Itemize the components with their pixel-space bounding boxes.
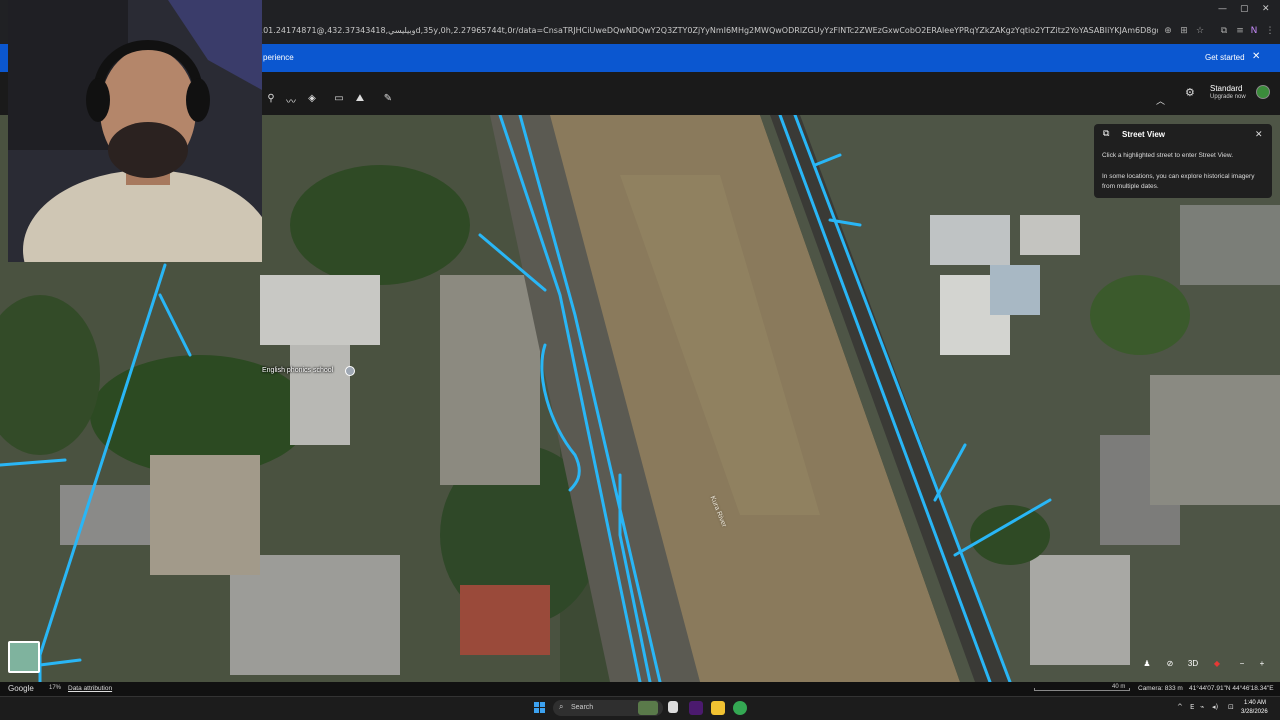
windows-start-icon[interactable] bbox=[534, 702, 546, 714]
street-view-close-icon[interactable]: ✕ bbox=[1255, 129, 1263, 140]
tray-overflow-icon[interactable]: ^ bbox=[1177, 703, 1183, 711]
close-window-button[interactable]: ✕ bbox=[1262, 4, 1270, 14]
layer-thumbnail[interactable] bbox=[8, 641, 40, 673]
banner-text: perience bbox=[263, 53, 294, 62]
install-icon[interactable]: ⊞ bbox=[1178, 26, 1190, 38]
minimize-button[interactable]: — bbox=[1218, 4, 1227, 14]
street-view-icon: ⧉ bbox=[1103, 129, 1110, 139]
pegman-icon[interactable]: ♟ bbox=[1139, 656, 1155, 672]
battery-icon[interactable]: ⊡ bbox=[1228, 703, 1234, 711]
profile-icon[interactable]: N bbox=[1248, 26, 1260, 38]
toggle-3d-button[interactable]: 3D bbox=[1185, 656, 1201, 672]
network-icon[interactable]: ⌁ bbox=[1200, 703, 1204, 711]
clock-time[interactable]: 1:40 AM bbox=[1244, 700, 1266, 706]
volume-icon[interactable]: ◂) bbox=[1212, 703, 1218, 711]
plan-name: Standard bbox=[1210, 84, 1243, 93]
street-view-title: Street View bbox=[1122, 130, 1165, 139]
url-text[interactable]: 101.24174871@,وبيليسي,432.37343418d,35y,… bbox=[258, 26, 1158, 35]
premiere-icon[interactable] bbox=[689, 701, 703, 715]
avatar[interactable] bbox=[1256, 85, 1270, 99]
browser-menu-icon[interactable]: ⋮ bbox=[1264, 26, 1276, 38]
compass-icon[interactable]: ◆ bbox=[1209, 656, 1225, 672]
clock-date[interactable]: 3/28/2026 bbox=[1241, 709, 1268, 715]
file-icon[interactable] bbox=[668, 701, 678, 713]
historical-imagery-icon[interactable]: ⛰ bbox=[353, 93, 367, 107]
collapse-toolbar-icon[interactable]: ︿ bbox=[1156, 94, 1165, 107]
sidebar-icon[interactable]: ≡ bbox=[1234, 26, 1246, 38]
zoom-out-button[interactable]: − bbox=[1234, 656, 1250, 672]
load-percent: 17% bbox=[49, 685, 62, 691]
banner-close-icon[interactable]: ✕ bbox=[1252, 51, 1260, 62]
taskbar-search-label: Search bbox=[571, 704, 594, 711]
maximize-button[interactable]: ▢ bbox=[1240, 4, 1249, 14]
zoom-in-button[interactable]: + bbox=[1254, 656, 1270, 672]
google-lens-icon[interactable]: ⊕ bbox=[1162, 26, 1174, 38]
get-started-button[interactable]: Get started bbox=[1205, 53, 1245, 62]
layers-off-icon[interactable]: ⊘ bbox=[1162, 656, 1178, 672]
data-attribution-link[interactable]: Data attribution bbox=[68, 685, 112, 692]
measure-icon[interactable]: ▭ bbox=[332, 93, 346, 107]
settings-gear-icon[interactable]: ⚙ bbox=[1185, 86, 1195, 99]
extensions-icon[interactable]: ⧉ bbox=[1218, 26, 1230, 38]
webcam-person-image bbox=[8, 0, 262, 262]
layers-icon[interactable]: ◈ bbox=[305, 93, 319, 107]
webcam-overlay bbox=[8, 0, 262, 262]
coordinates-readout: 41°44'07.91"N 44°46'18.34"E bbox=[1189, 685, 1274, 692]
camera-altitude: Camera: 833 m bbox=[1138, 685, 1183, 692]
path-icon[interactable]: 〰 bbox=[284, 93, 298, 108]
street-view-instruction: Click a highlighted street to enter Stre… bbox=[1102, 152, 1234, 159]
scale-label: 40 m bbox=[1112, 684, 1126, 690]
search-highlight-icon[interactable] bbox=[638, 701, 658, 715]
street-view-history-note: In some locations, you can explore histo… bbox=[1102, 173, 1255, 190]
place-pin-icon[interactable] bbox=[345, 366, 355, 376]
google-logo: Google bbox=[8, 684, 34, 693]
draw-icon[interactable]: ✎ bbox=[381, 93, 395, 107]
upgrade-link[interactable]: Upgrade now bbox=[1210, 94, 1246, 100]
place-label[interactable]: English phonics school bbox=[262, 367, 333, 374]
language-icon[interactable]: E bbox=[1190, 703, 1194, 711]
bookmark-star-icon[interactable]: ☆ bbox=[1194, 26, 1206, 38]
chrome-icon[interactable] bbox=[733, 701, 747, 715]
file-explorer-icon[interactable] bbox=[711, 701, 725, 715]
placemark-icon[interactable]: ⚲ bbox=[264, 93, 278, 107]
search-icon: ⌕ bbox=[559, 702, 564, 711]
